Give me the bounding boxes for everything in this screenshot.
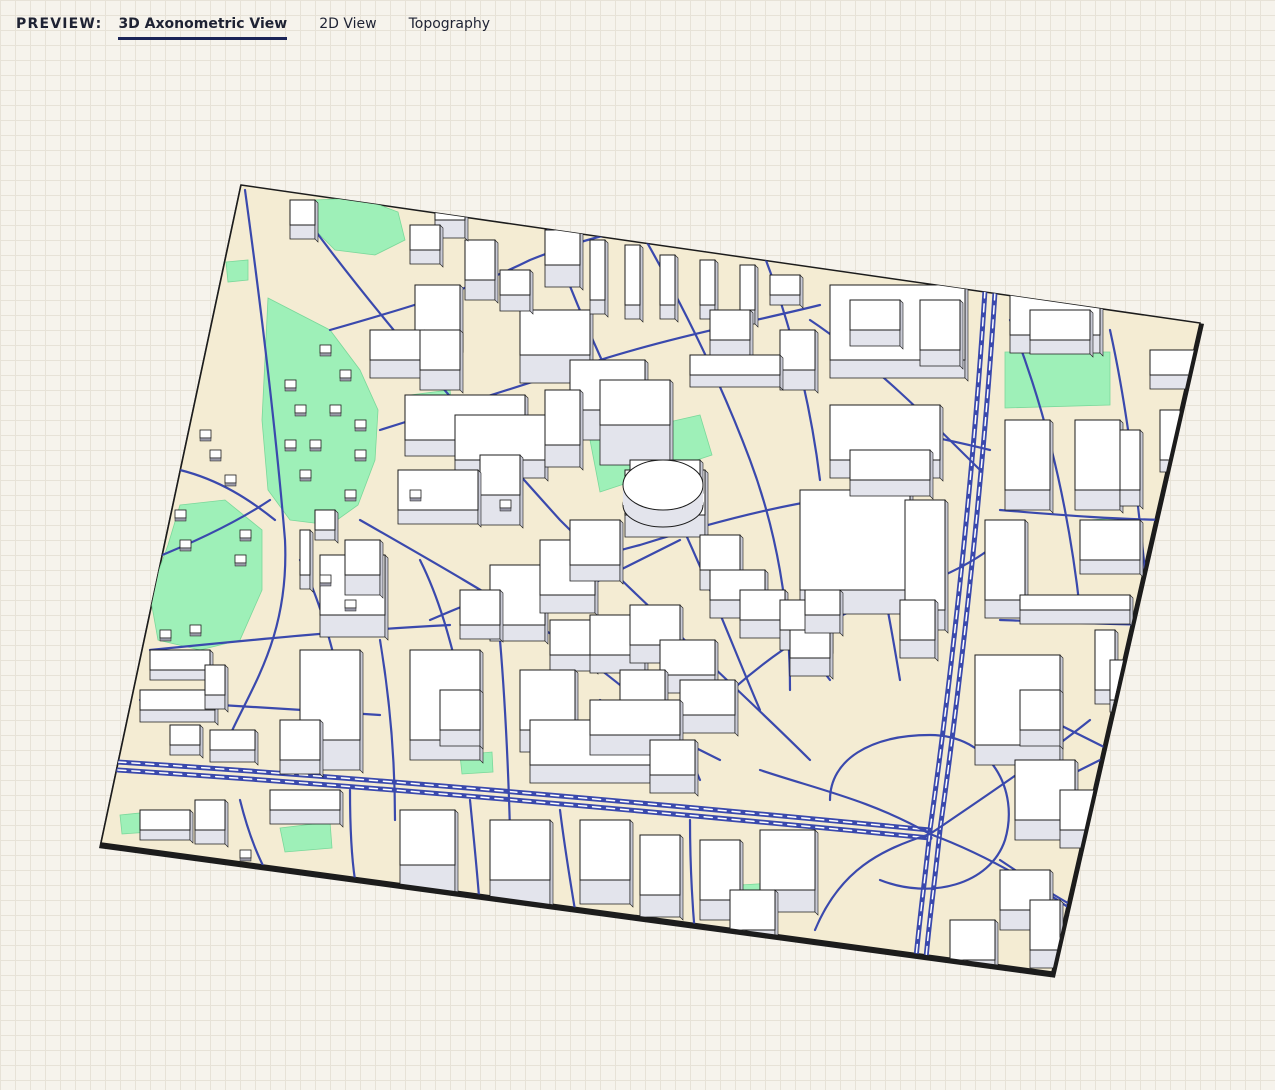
small-structure xyxy=(224,474,237,487)
building xyxy=(804,589,844,637)
stadium-dome xyxy=(622,459,704,528)
small-structure xyxy=(239,849,252,862)
building xyxy=(569,519,624,585)
building xyxy=(1004,419,1054,514)
building xyxy=(409,224,444,268)
small-structure xyxy=(329,404,342,417)
small-structure xyxy=(344,489,357,502)
building xyxy=(194,799,229,848)
building xyxy=(419,329,464,394)
building xyxy=(279,719,324,778)
building xyxy=(899,599,939,662)
small-structure xyxy=(209,449,222,462)
small-structure xyxy=(319,574,332,587)
building xyxy=(1079,519,1144,578)
small-structure xyxy=(319,344,332,357)
building xyxy=(789,629,834,680)
building xyxy=(779,329,819,394)
building xyxy=(579,819,634,908)
building xyxy=(849,299,904,350)
building xyxy=(624,244,644,323)
small-structure xyxy=(294,404,307,417)
small-structure xyxy=(284,379,297,392)
building xyxy=(489,819,554,910)
small-structure xyxy=(174,509,187,522)
small-structure xyxy=(309,439,322,452)
building xyxy=(1029,309,1094,358)
small-structure xyxy=(499,499,512,512)
small-structure xyxy=(189,624,202,637)
small-structure xyxy=(199,429,212,442)
building xyxy=(769,274,804,309)
building xyxy=(544,229,584,291)
small-structure xyxy=(339,369,352,382)
building xyxy=(849,449,934,500)
small-structure xyxy=(299,469,312,482)
building xyxy=(1074,419,1124,514)
building xyxy=(369,329,429,382)
building xyxy=(149,649,214,684)
building xyxy=(269,789,344,828)
building xyxy=(599,379,674,469)
building xyxy=(589,239,609,318)
building xyxy=(299,529,314,593)
building xyxy=(204,664,229,713)
building xyxy=(464,239,499,304)
building xyxy=(439,689,484,750)
building xyxy=(639,834,684,921)
small-structure xyxy=(344,599,357,612)
building xyxy=(1059,789,1104,852)
small-structure xyxy=(354,419,367,432)
building xyxy=(289,199,319,243)
building xyxy=(139,809,194,844)
building xyxy=(209,729,259,766)
building xyxy=(949,919,999,972)
small-structure xyxy=(234,554,247,567)
small-structure xyxy=(239,529,252,542)
axonometric-city-map[interactable] xyxy=(0,0,1275,1090)
building xyxy=(689,354,784,391)
small-structure xyxy=(159,629,172,642)
building xyxy=(479,454,524,529)
building xyxy=(344,539,384,599)
small-structure xyxy=(179,539,192,552)
building xyxy=(499,269,534,315)
building xyxy=(1119,429,1144,510)
building xyxy=(1019,594,1134,628)
building xyxy=(544,389,584,471)
small-structure xyxy=(284,439,297,452)
building xyxy=(649,739,699,797)
building xyxy=(169,724,204,759)
small-structure xyxy=(354,449,367,462)
building xyxy=(919,299,964,370)
building xyxy=(314,509,339,544)
building xyxy=(1019,689,1064,750)
building xyxy=(729,889,779,952)
small-structure xyxy=(409,489,422,502)
building xyxy=(659,254,679,323)
building xyxy=(459,589,504,643)
building xyxy=(679,679,739,737)
